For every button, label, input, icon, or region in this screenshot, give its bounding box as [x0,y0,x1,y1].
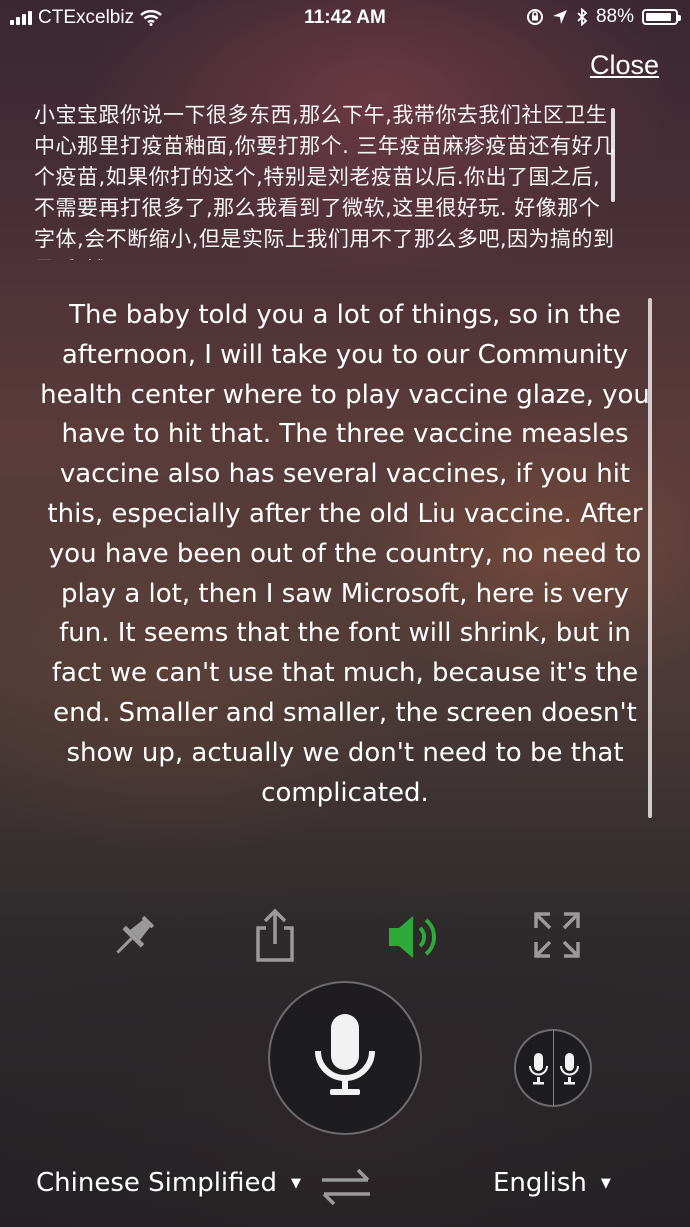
target-language-selector[interactable]: English ▼ [493,1168,611,1198]
swap-languages-button[interactable] [318,1166,374,1210]
translation-text: The baby told you a lot of things, so in… [40,300,650,808]
pin-button[interactable] [106,910,160,968]
fullscreen-icon [534,912,580,958]
rotation-lock-icon [526,9,543,25]
fullscreen-button[interactable] [532,910,582,964]
battery-percent: 88% [595,6,634,27]
speaker-icon [389,916,437,958]
target-language-label: English [493,1168,587,1198]
caret-down-icon: ▼ [600,1175,611,1191]
translation-scrollbar[interactable] [648,298,652,818]
location-icon [552,10,567,24]
swap-arrows-icon [322,1168,370,1206]
dual-microphone-icon [529,1053,579,1085]
share-button[interactable] [250,908,300,968]
status-right: 88% [526,6,681,28]
conversation-mode-button[interactable] [514,1029,592,1107]
source-text: 小宝宝跟你说一下很多东西,那么下午,我带你去我们社区卫生中心那里打疫苗釉面,你要… [34,103,615,260]
status-bar: CTExcelbiz 11:42 AM 88% [0,0,690,36]
source-language-label: Chinese Simplified [36,1168,278,1198]
bluetooth-icon [577,8,588,26]
battery-icon [642,9,681,25]
share-icon [256,908,294,962]
caret-down-icon: ▼ [291,1175,302,1191]
battery-fill [646,13,671,21]
microphone-icon [315,1014,375,1095]
source-scrollbar[interactable] [611,108,615,202]
speaker-button[interactable] [386,912,442,966]
close-button[interactable]: Close [590,50,659,81]
source-language-selector[interactable]: Chinese Simplified ▼ [36,1168,301,1198]
pin-icon [116,916,154,954]
microphone-button[interactable] [268,981,422,1135]
